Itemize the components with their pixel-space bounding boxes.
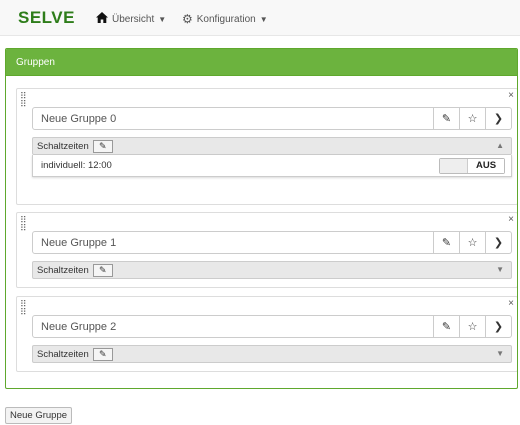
pencil-icon: ✎ — [441, 321, 452, 333]
new-group-button[interactable]: Neue Gruppe — [5, 407, 73, 424]
drag-handle-icon[interactable]: ⠿ ⠿ — [20, 216, 27, 233]
favorite-button[interactable]: ☆ — [460, 315, 486, 338]
star-icon: ☆ — [467, 237, 478, 249]
nav-item-overview[interactable]: Übersicht ▼ — [96, 12, 166, 26]
on-off-toggle[interactable]: AUS — [439, 158, 505, 174]
group-name-input[interactable] — [32, 315, 434, 338]
close-icon[interactable]: × — [508, 298, 514, 309]
open-button[interactable]: ❯ — [486, 107, 512, 130]
close-icon[interactable]: × — [508, 214, 514, 225]
schedule-label: Schaltzeiten — [37, 348, 89, 360]
group-name-row: ✎ ☆ ❯ — [32, 107, 512, 130]
groups-panel: Gruppen ⠿⠿ × ✎ ☆ ❯ Schaltzeiten ✎ ▲ indi… — [5, 48, 518, 389]
schedule-label: Schaltzeiten — [37, 140, 89, 152]
open-button[interactable]: ❯ — [486, 315, 512, 338]
navbar: SELVE Übersicht ▼ ⚙ Konfiguration ▼ — [0, 0, 520, 36]
toggle-knob — [440, 159, 468, 173]
edit-button[interactable]: ✎ — [434, 315, 460, 338]
close-icon[interactable]: × — [508, 90, 514, 101]
group-card: ⠿⠿ × ✎ ☆ ❯ Schaltzeiten ✎ ▲ individuell:… — [16, 88, 517, 205]
pencil-icon[interactable]: ✎ — [92, 263, 113, 277]
nav-item-label: Konfiguration — [196, 13, 256, 25]
group-name-row: ✎ ☆ ❯ — [32, 315, 512, 338]
caret-down-icon: ▼ — [496, 349, 504, 358]
schedule-bar[interactable]: Schaltzeiten ✎ ▼ — [32, 261, 512, 279]
pencil-icon[interactable]: ✎ — [92, 139, 113, 153]
caret-down-icon: ▼ — [259, 14, 268, 24]
chevron-right-icon: ❯ — [493, 321, 504, 333]
chevron-right-icon: ❯ — [493, 237, 504, 249]
drag-handle-icon[interactable]: ⠿ ⠿ — [20, 92, 27, 109]
pencil-icon: ✎ — [441, 237, 452, 249]
group-card: ⠿⠿ × ✎ ☆ ❯ Schaltzeiten ✎ ▼ — [16, 212, 517, 288]
brand-logo[interactable]: SELVE — [18, 8, 75, 28]
group-name-input[interactable] — [32, 107, 434, 130]
caret-down-icon: ▼ — [496, 265, 504, 274]
open-button[interactable]: ❯ — [486, 231, 512, 254]
nav-item-configuration[interactable]: ⚙ Konfiguration ▼ — [182, 12, 268, 26]
schedule-label: Schaltzeiten — [37, 264, 89, 276]
group-name-input[interactable] — [32, 231, 434, 254]
gear-icon: ⚙ — [182, 12, 193, 26]
caret-up-icon: ▲ — [496, 141, 504, 150]
pencil-icon[interactable]: ✎ — [92, 347, 113, 361]
home-icon — [96, 12, 108, 26]
edit-button[interactable]: ✎ — [434, 107, 460, 130]
toggle-state: AUS — [468, 159, 504, 173]
star-icon: ☆ — [467, 321, 478, 333]
group-card: ⠿⠿ × ✎ ☆ ❯ Schaltzeiten ✎ ▼ — [16, 296, 517, 372]
nav-item-label: Übersicht — [112, 13, 155, 25]
edit-button[interactable]: ✎ — [434, 231, 460, 254]
star-icon: ☆ — [467, 113, 478, 125]
chevron-right-icon: ❯ — [493, 113, 504, 125]
favorite-button[interactable]: ☆ — [460, 231, 486, 254]
favorite-button[interactable]: ☆ — [460, 107, 486, 130]
schedule-bar[interactable]: Schaltzeiten ✎ ▼ — [32, 345, 512, 363]
drag-handle-icon[interactable]: ⠿ ⠿ — [20, 300, 27, 317]
panel-heading: Gruppen — [6, 49, 517, 76]
schedule-bar[interactable]: Schaltzeiten ✎ ▲ — [32, 137, 512, 155]
pencil-icon: ✎ — [441, 113, 452, 125]
schedule-entry: individuell: 12:00 AUS — [32, 155, 512, 177]
caret-down-icon: ▼ — [158, 14, 167, 24]
schedule-entry-text: individuell: 12:00 — [41, 160, 112, 171]
group-name-row: ✎ ☆ ❯ — [32, 231, 512, 254]
